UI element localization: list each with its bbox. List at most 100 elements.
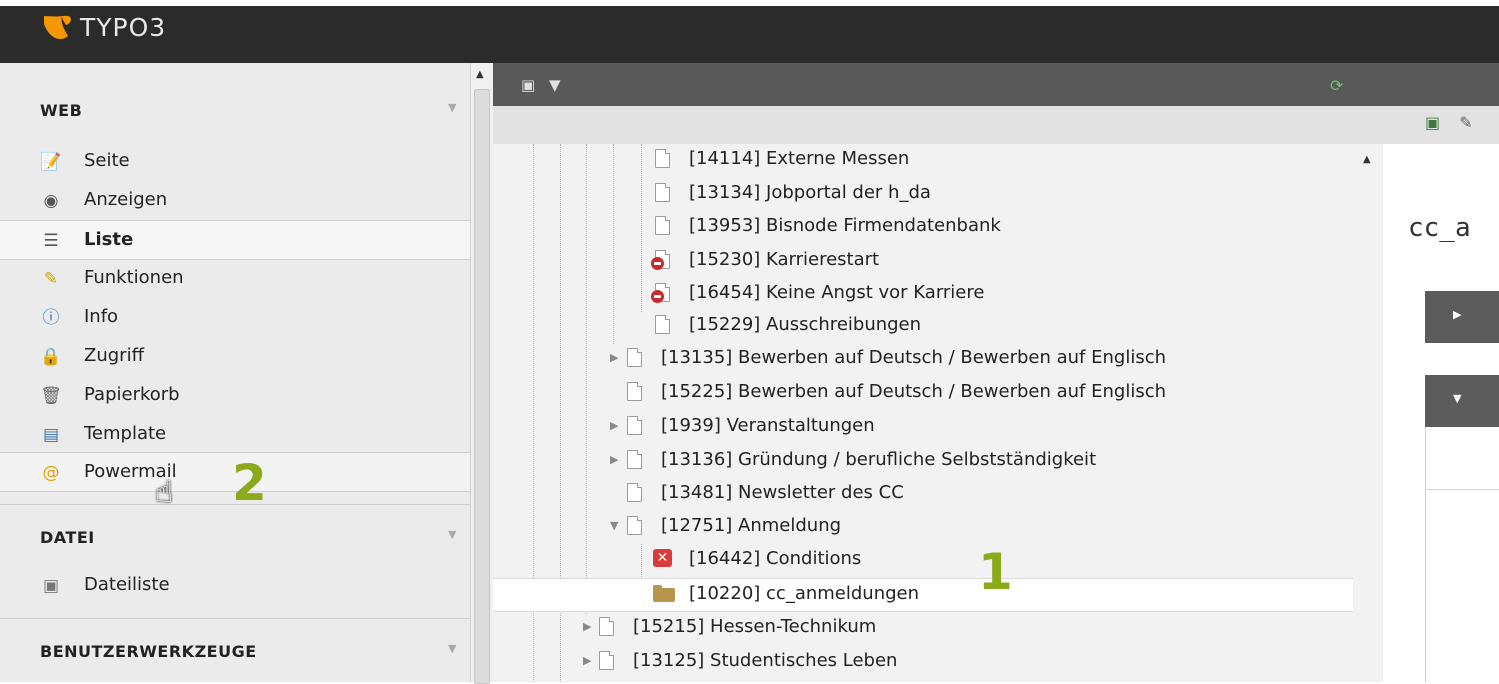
tree-node-label: [13481] Newsletter des CC: [661, 482, 904, 503]
group-datei-title: DATEI: [40, 528, 95, 547]
module-label: Anzeigen: [84, 189, 168, 210]
module-papierkorb[interactable]: 🗑 Papierkorb: [0, 376, 470, 414]
tree-scrollbar[interactable]: ▲: [1353, 144, 1383, 682]
page-icon: [653, 182, 671, 204]
tree-node-label: [10220] cc_anmeldungen: [689, 583, 920, 604]
module-template[interactable]: ▤ Template: [0, 415, 470, 453]
tree-node[interactable]: [13134] Jobportal der h_da: [493, 178, 1353, 210]
expanded-panel-header[interactable]: ▼: [1425, 375, 1499, 427]
module-dateiliste[interactable]: ▣ Dateiliste: [0, 566, 470, 604]
group-web-title: WEB: [40, 101, 83, 120]
tree-node-label: [13953] Bisnode Firmendatenbank: [689, 215, 1001, 236]
tree-node-label: [15229] Ausschreibungen: [689, 314, 922, 335]
tree-node[interactable]: ▶ [13136] Gründung / berufliche Selbstst…: [493, 445, 1353, 477]
tree-node-label: [15230] Karrierestart: [689, 249, 880, 270]
info-icon: ⓘ: [42, 308, 60, 328]
content-title: cc_a: [1408, 213, 1471, 243]
collapse-icon[interactable]: ▼: [610, 519, 618, 532]
chevron-down-icon: ▼: [448, 642, 457, 655]
module-liste[interactable]: ☰ Liste: [0, 220, 470, 260]
page-icon: [625, 482, 643, 504]
lock-icon: 🔒: [40, 347, 62, 367]
module-funktionen[interactable]: ✎ Funktionen: [0, 259, 470, 297]
module-zugriff[interactable]: 🔒 Zugriff: [0, 337, 470, 375]
content-toolbar: ▣ ✎: [1425, 113, 1473, 132]
page-icon: [625, 449, 643, 471]
tree-node[interactable]: ▶ [13125] Studentisches Leben: [493, 646, 1353, 678]
page-hidden-icon: [651, 282, 671, 304]
chevron-down-icon: ▼: [448, 101, 457, 114]
divider: [1426, 489, 1499, 490]
folder-list-icon: ▣: [42, 576, 60, 596]
group-benutzerwerkzeuge[interactable]: BENUTZERWERKZEUGE ▼: [0, 630, 470, 670]
module-menu-scrollbar[interactable]: ▲: [470, 63, 493, 684]
tree-node-label: [13136] Gründung / berufliche Selbststän…: [661, 449, 1097, 470]
tree-node[interactable]: [16454] Keine Angst vor Karriere: [493, 278, 1353, 310]
page-icon: [625, 415, 643, 437]
scroll-up-icon[interactable]: ▲: [476, 69, 484, 80]
new-page-icon[interactable]: ▣: [521, 76, 535, 94]
eye-icon: ◉: [43, 191, 59, 211]
tree-node-label: [15215] Hessen-Technikum: [633, 616, 877, 637]
tree-node[interactable]: [15230] Karrierestart: [493, 245, 1353, 277]
typo3-logo[interactable]: TYPO3: [40, 10, 166, 44]
expand-icon[interactable]: ▶: [610, 453, 618, 466]
error-icon: ✕: [653, 548, 672, 570]
tree-node[interactable]: [15229] Ausschreibungen: [493, 310, 1353, 342]
filter-icon[interactable]: ▼: [549, 76, 561, 94]
module-info[interactable]: ⓘ Info: [0, 298, 470, 336]
page-icon: [597, 616, 615, 638]
tree-node[interactable]: ▶ [13135] Bewerben auf Deutsch / Bewerbe…: [493, 343, 1353, 375]
list-icon: ☰: [43, 231, 59, 251]
tree-node[interactable]: ✕ [16442] Conditions: [493, 544, 1353, 576]
tree-node-label: [13135] Bewerben auf Deutsch / Bewerben …: [661, 347, 1167, 368]
tree-node-selected[interactable]: [10220] cc_anmeldungen: [493, 578, 1353, 612]
page-edit-icon: 📝: [40, 152, 62, 172]
tree-node[interactable]: ▶ [15215] Hessen-Technikum: [493, 612, 1353, 644]
divider: [0, 618, 470, 619]
hand-cursor-icon: ☝: [155, 475, 174, 510]
new-record-icon[interactable]: ▣: [1425, 113, 1440, 132]
page-icon: [597, 650, 615, 672]
collapsed-panel-header[interactable]: ▶: [1425, 291, 1499, 343]
tree-node[interactable]: ▼ [12751] Anmeldung: [493, 511, 1353, 543]
page-icon: [625, 515, 643, 537]
page-tree-toolbar: ▣ ▼: [493, 63, 1499, 106]
module-label: Dateiliste: [84, 574, 170, 595]
page-icon: [653, 314, 671, 336]
tree-node[interactable]: [13953] Bisnode Firmendatenbank: [493, 211, 1353, 243]
edit-icon[interactable]: ✎: [1459, 113, 1472, 132]
module-label: Zugriff: [84, 345, 144, 366]
tree-node[interactable]: [14114] Externe Messen: [493, 144, 1353, 176]
group-tools-title: BENUTZERWERKZEUGE: [40, 642, 257, 661]
annotation-marker-1: 1: [978, 543, 1013, 601]
scroll-up-icon[interactable]: ▲: [1363, 154, 1371, 165]
module-label: Liste: [84, 229, 134, 250]
scrollbar-thumb[interactable]: [474, 89, 490, 684]
panel-body: [1425, 427, 1499, 682]
page-icon: [653, 148, 671, 170]
chevron-down-icon: ▼: [448, 528, 457, 541]
module-anzeigen[interactable]: ◉ Anzeigen: [0, 181, 470, 219]
tree-node[interactable]: [15225] Bewerben auf Deutsch / Bewerben …: [493, 377, 1353, 409]
tree-node-label: [16454] Keine Angst vor Karriere: [689, 282, 985, 303]
module-label: Funktionen: [84, 267, 184, 288]
module-seite[interactable]: 📝 Seite: [0, 142, 470, 180]
expand-icon[interactable]: ▶: [610, 351, 618, 364]
folder-icon: [653, 583, 675, 605]
group-web[interactable]: WEB ▼: [0, 89, 470, 129]
tree-node[interactable]: [13481] Newsletter des CC: [493, 478, 1353, 510]
collapse-icon: ▼: [1453, 392, 1462, 405]
tree-node-label: [16442] Conditions: [689, 548, 862, 569]
annotation-marker-2: 2: [232, 454, 267, 512]
module-label: Papierkorb: [84, 384, 180, 405]
tree-node[interactable]: ▶ [1939] Veranstaltungen: [493, 411, 1353, 443]
expand-icon[interactable]: ▶: [583, 620, 591, 633]
group-datei[interactable]: DATEI ▼: [0, 516, 470, 556]
module-label: Template: [84, 423, 167, 444]
refresh-icon[interactable]: ⟳: [1330, 76, 1343, 95]
expand-icon[interactable]: ▶: [583, 654, 591, 667]
expand-icon[interactable]: ▶: [610, 419, 618, 432]
tree-node-label: [12751] Anmeldung: [661, 515, 842, 536]
tree-node-label: [14114] Externe Messen: [689, 148, 910, 169]
